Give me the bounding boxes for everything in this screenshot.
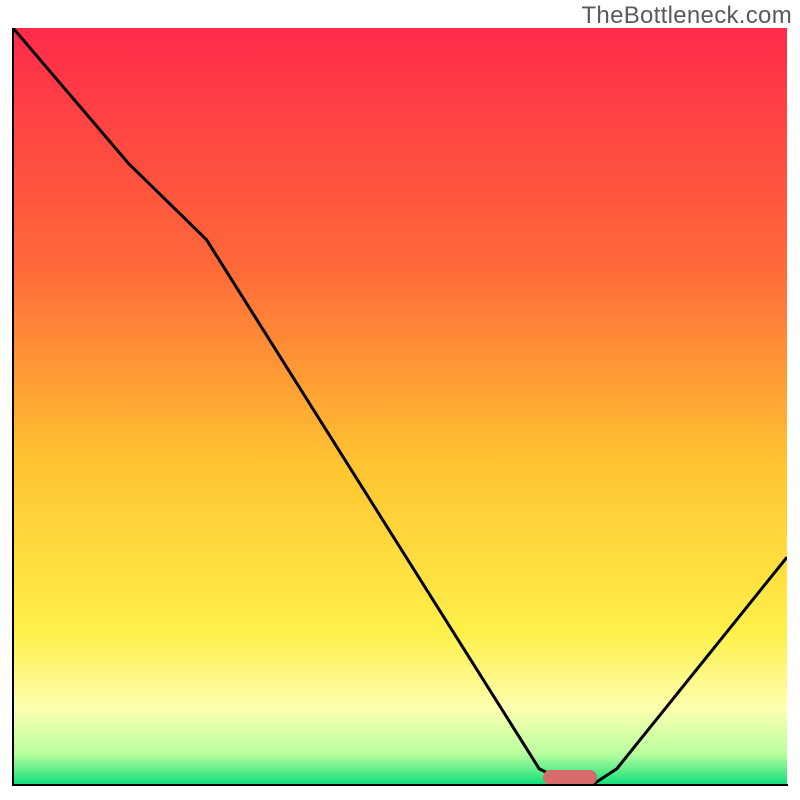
optimal-marker [543, 770, 597, 785]
x-axis [12, 784, 788, 786]
gradient-background [13, 28, 787, 784]
watermark-text: TheBottleneck.com [581, 2, 792, 30]
y-axis [12, 28, 14, 786]
bottleneck-chart [13, 28, 787, 784]
